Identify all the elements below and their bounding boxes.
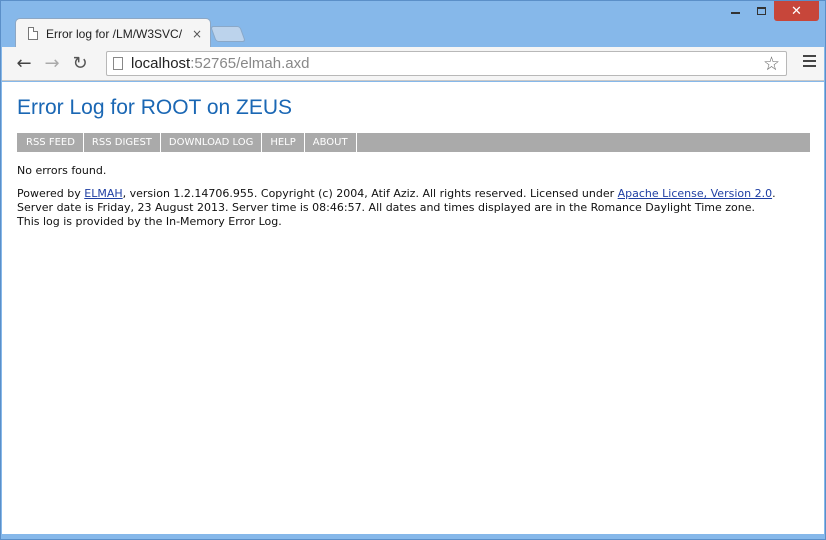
speedbar-download-log[interactable]: DOWNLOAD LOG [161, 133, 263, 152]
footer-after-license: . [772, 187, 776, 200]
url-host: localhost [131, 55, 191, 72]
footer: Powered by ELMAH, version 1.2.14706.955.… [17, 187, 809, 229]
window-controls: ✕ [722, 1, 819, 23]
footer-log-line: This log is provided by the In-Memory Er… [17, 215, 282, 228]
bookmark-star-icon[interactable]: ☆ [763, 53, 780, 75]
menu-icon[interactable] [803, 55, 816, 70]
browser-toolbar: ← → ↻ localhost:52765/elmah.axd ☆ [2, 47, 824, 81]
close-window-button[interactable]: ✕ [774, 1, 819, 21]
speedbar-rss-feed[interactable]: RSS FEED [18, 133, 84, 152]
close-icon: ✕ [791, 3, 802, 19]
license-link[interactable]: Apache License, Version 2.0 [618, 187, 772, 200]
page-icon [113, 57, 123, 70]
footer-version-text: , version 1.2.14706.955. Copyright (c) 2… [122, 187, 618, 200]
minimize-button[interactable] [722, 1, 748, 21]
page-content: Error Log for ROOT on ZEUS RSS FEED RSS … [2, 82, 824, 534]
browser-tab[interactable]: Error log for /LM/W3SVC/ × [15, 18, 211, 48]
forward-button[interactable]: → [38, 50, 66, 78]
page-icon [28, 27, 38, 40]
forward-arrow-icon: → [44, 53, 60, 74]
tab-title: Error log for /LM/W3SVC/ [46, 26, 183, 41]
reload-icon: ↻ [72, 53, 88, 74]
speedbar-rss-digest[interactable]: RSS DIGEST [84, 133, 161, 152]
tab-close-icon[interactable]: × [192, 27, 202, 41]
back-button[interactable]: ← [10, 50, 38, 78]
speedbar: RSS FEED RSS DIGEST DOWNLOAD LOG HELP AB… [17, 133, 810, 152]
url-text[interactable]: localhost:52765/elmah.axd [131, 55, 309, 72]
speedbar-about[interactable]: ABOUT [305, 133, 357, 152]
no-errors-message: No errors found. [17, 164, 107, 177]
page-title: Error Log for ROOT on ZEUS [17, 96, 293, 119]
elmah-link[interactable]: ELMAH [84, 187, 122, 200]
address-bar[interactable]: localhost:52765/elmah.axd ☆ [106, 51, 787, 76]
reload-button[interactable]: ↻ [66, 50, 94, 78]
minimize-icon [730, 12, 740, 14]
back-arrow-icon: ← [16, 53, 32, 74]
url-path: :52765/elmah.axd [190, 55, 310, 72]
footer-server-line: Server date is Friday, 23 August 2013. S… [17, 201, 756, 214]
maximize-icon [756, 7, 766, 15]
footer-powered-prefix: Powered by [17, 187, 85, 200]
new-tab-button[interactable] [210, 26, 246, 42]
maximize-button[interactable] [748, 1, 774, 21]
speedbar-help[interactable]: HELP [262, 133, 305, 152]
browser-window: ✕ Error log for /LM/W3SVC/ × ← → ↻ local… [0, 0, 826, 540]
